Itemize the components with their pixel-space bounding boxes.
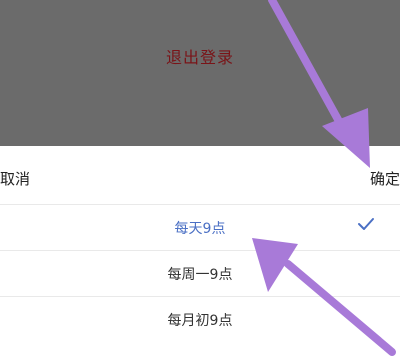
checkmark-icon	[358, 218, 374, 230]
option-weekly-monday-9[interactable]: 每周一9点	[0, 250, 400, 297]
confirm-button[interactable]: 确定	[370, 168, 400, 189]
option-label: 每月初9点	[167, 313, 233, 329]
option-label: 每天9点	[174, 221, 226, 237]
cancel-button[interactable]: 取消	[0, 168, 30, 189]
dimmed-background[interactable]: 退出登录	[0, 0, 400, 146]
option-monthly-start-9[interactable]: 每月初9点	[0, 296, 400, 343]
option-label: 每周一9点	[167, 267, 233, 283]
option-daily-9[interactable]: 每天9点	[0, 204, 400, 251]
time-picker-sheet: 取消 确定 每天9点 每周一9点 每月初9点	[0, 146, 400, 356]
picker-header: 取消 确定	[0, 146, 400, 204]
logout-button[interactable]: 退出登录	[0, 44, 400, 68]
